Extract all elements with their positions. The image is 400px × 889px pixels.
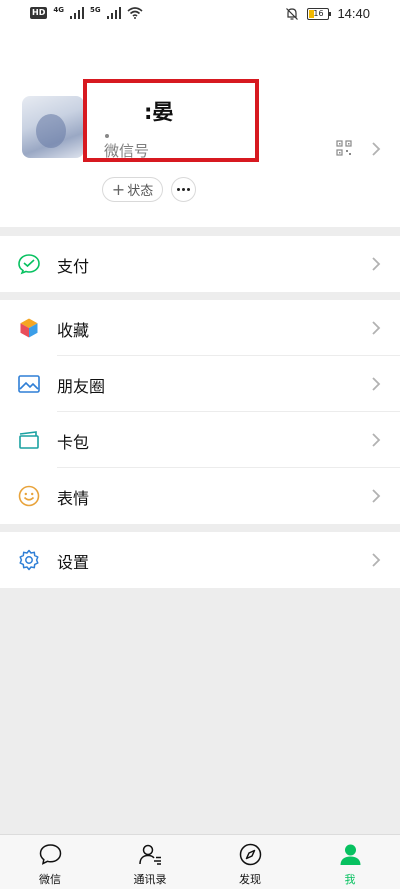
tab-label: 微信 [39, 873, 61, 886]
plus-icon: + [111, 179, 126, 199]
chevron-right-icon [372, 321, 381, 335]
menu-item-moments[interactable]: 朋友圈 [0, 356, 400, 412]
menu-item-label: 卡包 [57, 433, 90, 452]
chat-bubble-icon [39, 844, 62, 865]
chevron-right-icon [372, 377, 381, 391]
tab-me[interactable]: 我 [320, 835, 380, 889]
chevron-right-icon [372, 433, 381, 447]
status-label: 状态 [127, 184, 154, 199]
clock: 14:40 [337, 6, 370, 21]
chevron-right-icon [372, 142, 381, 156]
tab-discover[interactable]: 发现 [220, 835, 280, 889]
hd-badge: HD [30, 7, 48, 19]
add-status-button[interactable]: + 状态 [102, 177, 163, 202]
favorites-cube-icon [19, 317, 39, 339]
highlight-annotation-box [83, 79, 259, 162]
profile-header[interactable]: :晏 微信号 + 状态 [0, 30, 400, 227]
smiley-icon [18, 485, 40, 507]
person-icon [340, 844, 361, 865]
menu-item-label: 支付 [57, 257, 90, 276]
chevron-right-icon [372, 553, 381, 567]
mute-bell-icon [286, 7, 299, 20]
gear-icon [19, 549, 39, 571]
chevron-right-icon [372, 489, 381, 503]
chevron-right-icon [372, 257, 381, 271]
menu-item-pay[interactable]: 支付 [0, 236, 400, 292]
compass-icon [239, 843, 262, 866]
contacts-icon [139, 844, 161, 865]
network-4g-label: 4G [53, 6, 64, 14]
pay-group: 支付 [0, 236, 400, 292]
menu-item-cards[interactable]: 卡包 [0, 412, 400, 468]
signal-icon [106, 7, 121, 19]
signal-icon [69, 7, 84, 19]
wifi-icon [127, 7, 143, 19]
menu-item-stickers[interactable]: 表情 [0, 468, 400, 524]
status-bar: HD 4G 5G 16 14:40 [0, 0, 400, 30]
bottom-tab-bar: 微信 通讯录 发现 我 [0, 834, 400, 889]
more-button[interactable] [171, 177, 196, 202]
avatar[interactable] [22, 96, 84, 158]
qr-code-icon[interactable] [336, 140, 352, 156]
tab-chats[interactable]: 微信 [20, 835, 80, 889]
pay-icon [18, 254, 40, 275]
menu-item-label: 收藏 [57, 321, 90, 340]
tab-label: 我 [344, 873, 356, 886]
menu-item-settings[interactable]: 设置 [0, 532, 400, 588]
tab-label: 通讯录 [133, 873, 167, 886]
menu-item-favorites[interactable]: 收藏 [0, 300, 400, 356]
battery-icon: 16 [307, 7, 332, 20]
network-5g-label: 5G [89, 6, 101, 14]
moments-photo-icon [18, 375, 40, 393]
menu-item-label: 表情 [57, 489, 90, 508]
services-group: 收藏 朋友圈 卡包 表情 [0, 300, 400, 524]
tab-label: 发现 [239, 873, 261, 886]
tab-contacts[interactable]: 通讯录 [120, 835, 180, 889]
menu-item-label: 设置 [57, 553, 90, 572]
card-wallet-icon [19, 431, 39, 449]
menu-item-label: 朋友圈 [57, 377, 106, 396]
settings-group: 设置 [0, 532, 400, 588]
